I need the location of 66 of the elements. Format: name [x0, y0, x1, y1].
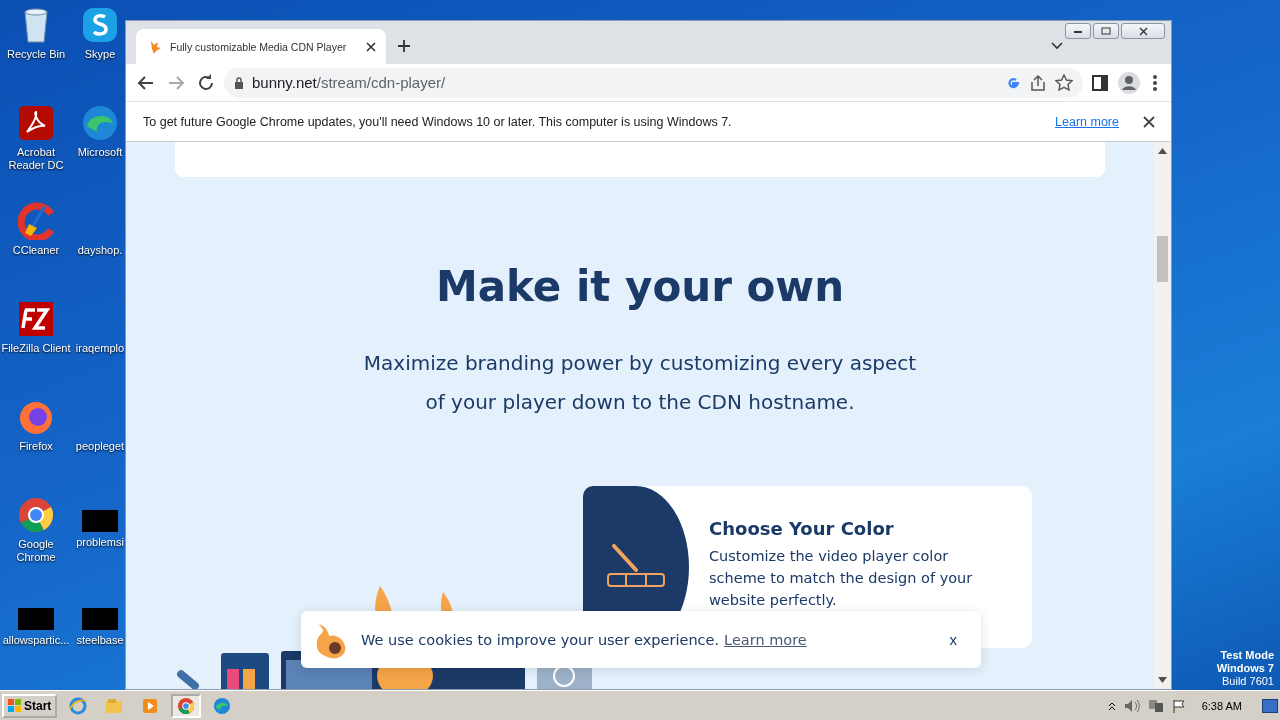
redacted-block	[82, 510, 118, 532]
restore-icon	[1101, 27, 1111, 35]
scroll-down-icon[interactable]	[1158, 677, 1167, 683]
profile-icon[interactable]	[1117, 70, 1141, 95]
chrome-icon[interactable]	[17, 496, 55, 534]
network-icon[interactable]	[1147, 698, 1164, 713]
close-icon[interactable]	[366, 41, 376, 52]
minimize-icon	[1074, 29, 1082, 33]
os-watermark-text: Build 7601	[1222, 675, 1274, 688]
lock-icon	[234, 76, 244, 89]
desktop-icon-label[interactable]: Skype	[84, 48, 116, 61]
redacted-block	[18, 608, 54, 630]
filezilla-icon[interactable]	[17, 300, 55, 338]
show-desktop-icon[interactable]	[1262, 698, 1278, 713]
color-picker-icon	[606, 544, 666, 590]
flag-icon[interactable]	[1171, 698, 1186, 713]
desktop-icon-label[interactable]: allowspartic...	[2, 634, 70, 647]
close-icon[interactable]	[1143, 115, 1155, 128]
infobar-message: To get future Google Chrome updates, you'll need Windows 10 or later. This computer is using Windows 7.	[143, 114, 733, 129]
broom-icon[interactable]	[17, 202, 55, 240]
close-button[interactable]: x	[945, 627, 961, 652]
skype-icon[interactable]	[81, 6, 119, 44]
start-button[interactable]: Start	[2, 693, 58, 718]
chevron-down-icon[interactable]	[1051, 42, 1063, 50]
scroll-up-icon[interactable]	[1158, 148, 1167, 154]
address-bar[interactable]: bunny.net/stream/cdn-player/	[224, 67, 1083, 98]
redacted-block	[82, 608, 118, 630]
rabbit-logo-icon	[148, 39, 162, 54]
speaker-icon[interactable]	[1123, 698, 1140, 713]
section-heading: Make it your own	[435, 262, 845, 312]
taskbar-app[interactable]	[171, 693, 202, 718]
learn-more-link[interactable]: Learn more	[1055, 114, 1119, 129]
desktop-icon-label[interactable]: Microsoft	[77, 146, 123, 159]
minimize-button[interactable]	[1065, 23, 1091, 39]
desktop-icon-label[interactable]: steelbase	[76, 634, 124, 647]
chevron-up-icon[interactable]	[1107, 700, 1116, 711]
tab-title: Fully customizable Media CDN Player	[170, 40, 348, 53]
os-watermark-text: Windows 7	[1216, 662, 1274, 675]
close-icon	[1138, 26, 1148, 36]
desktop-icon-label[interactable]: Google Chrome	[1, 538, 71, 564]
feature-description: Customize the video player color scheme to match the design of your website perfectly.	[709, 547, 974, 610]
windows-logo-icon	[8, 698, 22, 713]
cookie-message: We use cookies to improve your user experience. Learn more	[361, 631, 808, 648]
pdf-document-icon[interactable]	[17, 104, 55, 142]
scrollbar-thumb[interactable]	[1157, 236, 1168, 282]
desktop-icon-label[interactable]: problemsi	[76, 536, 124, 549]
close-button[interactable]	[1121, 23, 1165, 39]
desktop-icon-label[interactable]: CCleaner	[12, 244, 60, 257]
desktop-icon-label[interactable]: FileZilla Client	[1, 342, 71, 355]
browser-swirl-icon[interactable]	[81, 104, 119, 142]
desktop-icon-label[interactable]: peopleget	[75, 440, 125, 453]
chrome-icon[interactable]	[177, 696, 196, 715]
desktop-icon-label[interactable]: Firefox	[19, 440, 53, 453]
clock-time: 6:38 AM	[1201, 699, 1242, 712]
star-icon[interactable]	[1055, 73, 1073, 92]
os-watermark-text: Test Mode	[1220, 649, 1274, 662]
desktop-icon-label[interactable]: dayshop.	[77, 244, 123, 257]
feature-title: Choose Your Color	[709, 518, 895, 539]
learn-more-link[interactable]: Learn more	[724, 631, 807, 648]
desktop-icon-label[interactable]: Recycle Bin	[6, 48, 66, 61]
share-icon[interactable]	[1029, 73, 1047, 92]
browser-tab[interactable]: Fully customizable Media CDN Player	[136, 29, 386, 64]
desktop-icon-label[interactable]: Acrobat Reader DC	[1, 146, 71, 172]
desktop-icon-label[interactable]: iraqemplo	[75, 342, 125, 355]
url-text: bunny.net/stream/cdn-player/	[252, 74, 447, 91]
section-subtitle: Maximize branding power by customizing every aspect of your player down to the CDN hostname.	[363, 350, 917, 416]
